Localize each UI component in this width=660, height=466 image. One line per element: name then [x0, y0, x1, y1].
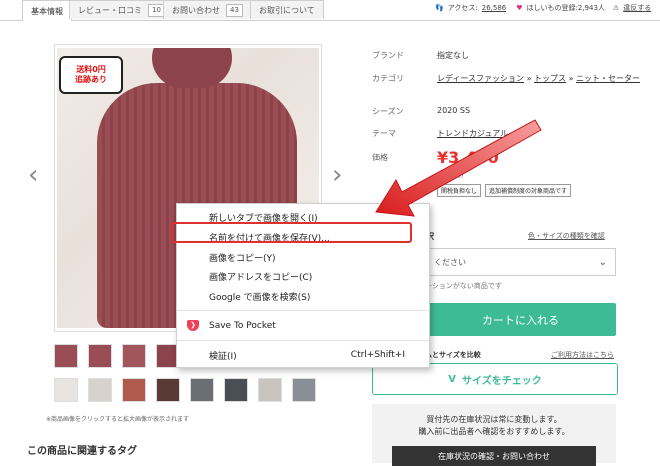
access-count[interactable]: 26,586	[482, 4, 507, 12]
thumbnail[interactable]	[122, 378, 146, 402]
thumbnail[interactable]	[292, 378, 316, 402]
thumbnail[interactable]	[54, 378, 78, 402]
access-stats: 👣 アクセス: 26,586 ♥ ほしいもの登録:2,943人 ⚠ 違反する	[435, 3, 651, 13]
price-label: 価格	[372, 153, 388, 162]
category-link-2[interactable]: トップス	[534, 74, 566, 83]
tab-reviews[interactable]: レビュー・口コミ 10	[69, 0, 174, 19]
tab-basic-info[interactable]: 基本情報	[22, 0, 72, 21]
brand-value: 指定なし	[437, 51, 469, 60]
category-link-1[interactable]: レディースファッション	[437, 74, 524, 83]
price-note: (送料込)	[437, 171, 464, 179]
tab-count: 43	[226, 3, 243, 17]
season-value: 2020 SS	[437, 106, 471, 115]
tab-label: 基本情報	[31, 6, 63, 16]
pocket-icon: ❯	[187, 320, 199, 331]
next-image-icon[interactable]: ›	[332, 160, 342, 190]
category-label: カテゴリ	[372, 74, 404, 83]
menu-separator	[177, 340, 429, 341]
menu-item-copy-image-address[interactable]: 画像アドレスをコピー(C)	[177, 267, 429, 285]
thumbnail[interactable]	[224, 378, 248, 402]
size-check-label: サイズをチェック	[462, 375, 542, 387]
report-link[interactable]: 違反する	[623, 3, 651, 13]
shipping-badge: 送料0円 追跡あり	[59, 56, 123, 94]
stock-text: 買付先の在庫状況は常に変動します。 購入前に出品者へ確認をおすすめします。	[372, 414, 616, 438]
category-breadcrumb: レディースファッション » トップス » ニット・セーター	[437, 74, 641, 83]
variation-select[interactable]: ください ⌄	[425, 248, 616, 276]
select-placeholder: ください	[434, 257, 466, 267]
thumbnail[interactable]	[258, 378, 282, 402]
menu-item-label: Google で画像を検索(S)	[209, 292, 311, 303]
menu-item-search-google[interactable]: Google で画像を検索(S)	[177, 287, 429, 305]
menu-item-label: 検証(I)	[209, 351, 237, 362]
thumbnail-note: ※商品画像をクリックすると拡大画像が表示されます	[46, 416, 190, 423]
menu-item-label: Save To Pocket	[209, 321, 276, 331]
theme-label: テーマ	[372, 129, 396, 138]
menu-item-save-to-pocket[interactable]: ❯ Save To Pocket	[177, 317, 429, 335]
category-link-3[interactable]: ニット・セーター	[576, 74, 640, 83]
menu-separator	[177, 310, 429, 311]
stock-line1: 買付先の在庫状況は常に変動します。	[426, 415, 562, 424]
shipping-badge-line2: 追跡あり	[75, 75, 107, 84]
tab-label: レビュー・口コミ	[78, 5, 142, 15]
menu-item-label: 画像アドレスをコピー(C)	[209, 272, 313, 283]
tab-label: お取引について	[259, 5, 315, 15]
thumbnail[interactable]	[190, 378, 214, 402]
chevron-down-icon: ⌄	[598, 256, 607, 268]
tab-inquiries[interactable]: お問い合わせ 43	[163, 0, 252, 19]
price-value: ¥3,400	[437, 148, 499, 167]
thumbnail[interactable]	[156, 378, 180, 402]
stock-inquiry-button[interactable]: 在庫状況の確認・お問い合わせ	[392, 446, 596, 466]
shipping-badge-line1: 送料0円	[76, 65, 106, 74]
theme-link[interactable]: トレンドカジュアル	[437, 128, 508, 139]
size-guide-link[interactable]: 色・サイズの種類を確認	[528, 231, 605, 241]
thumbnail[interactable]	[88, 344, 112, 368]
chip-compensation: 追加補償制度の対象商品です	[485, 184, 572, 197]
prev-image-icon[interactable]: ‹	[28, 160, 38, 190]
access-label: アクセス:	[447, 4, 478, 12]
no-variation-note: ーションがない商品です	[425, 282, 502, 290]
tab-label: お問い合わせ	[172, 5, 220, 15]
highlight-box	[171, 222, 412, 243]
heart-icon: ♥	[516, 4, 523, 12]
warning-icon: ⚠	[612, 4, 620, 12]
stock-line2: 購入前に出品者へ確認をおすすめします。	[418, 427, 570, 436]
brand-label: ブランド	[372, 51, 404, 60]
related-tags-heading: この商品に関連するタグ	[27, 446, 137, 457]
tab-transaction[interactable]: お取引について	[250, 0, 324, 19]
menu-item-inspect[interactable]: 検証(I) Ctrl+Shift+I	[177, 346, 429, 364]
chip-duty-free: 関税負担なし	[437, 184, 482, 197]
wishlist-count: ほしいもの登録:2,943人	[526, 4, 605, 12]
thumbnail[interactable]	[54, 344, 78, 368]
add-to-cart-button[interactable]: カートに入れる	[425, 303, 616, 336]
inspect-shortcut: Ctrl+Shift+I	[350, 350, 405, 360]
stock-notice: 買付先の在庫状況は常に変動します。 購入前に出品者へ確認をおすすめします。 在庫…	[372, 404, 616, 466]
season-label: シーズン	[372, 107, 404, 116]
size-compare-label: ムとサイズを比較	[425, 351, 481, 359]
thumbnail[interactable]	[88, 378, 112, 402]
thumbnail[interactable]	[122, 344, 146, 368]
menu-item-label: 画像をコピー(Y)	[209, 253, 276, 264]
model-illustration	[152, 48, 232, 88]
menu-item-copy-image[interactable]: 画像をコピー(Y)	[177, 248, 429, 266]
check-v-icon: V	[448, 373, 457, 385]
usage-link[interactable]: ご利用方法はこちら	[551, 350, 614, 360]
footprint-icon: 👣	[435, 4, 444, 12]
